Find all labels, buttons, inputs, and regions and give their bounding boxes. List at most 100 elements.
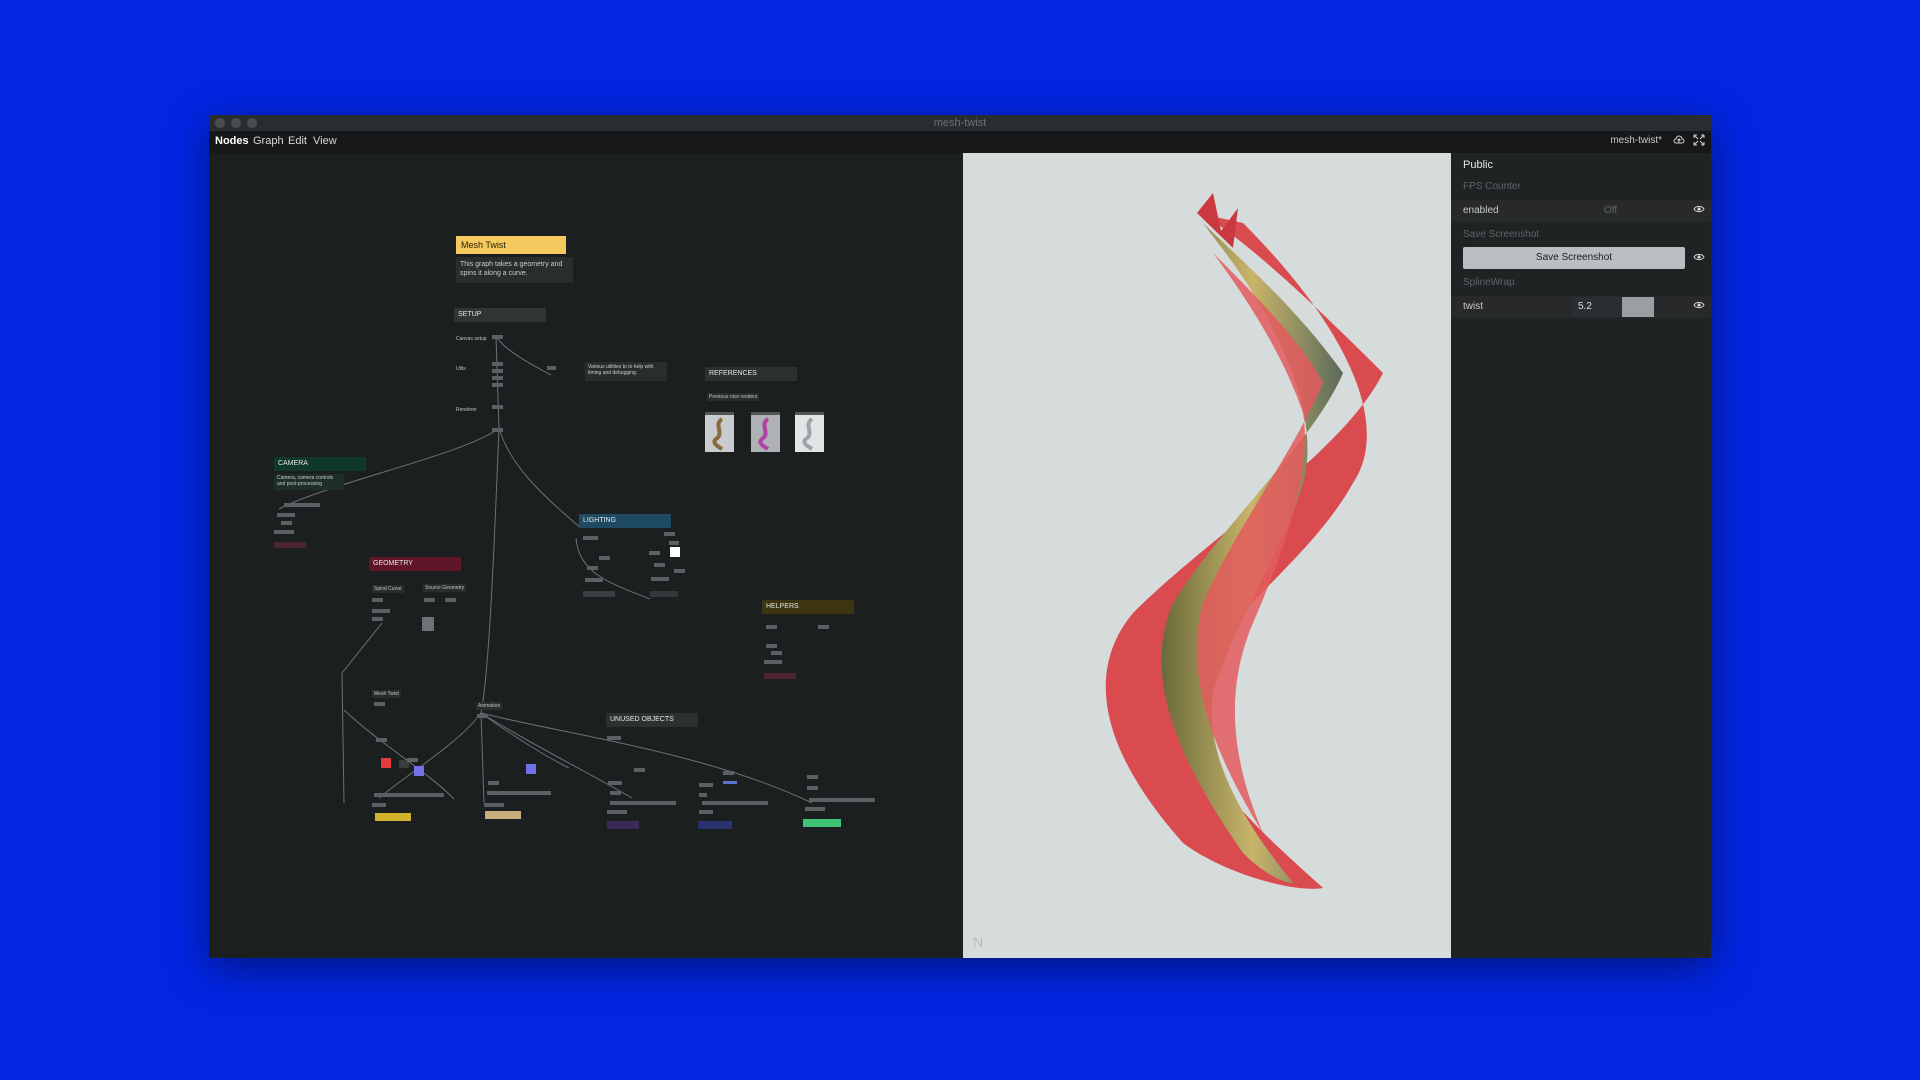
twist-value-input[interactable]: 5.2: [1572, 297, 1622, 317]
menu-edit[interactable]: Edit: [288, 135, 307, 147]
node-mesh-twist[interactable]: Mesh Twist: [372, 690, 401, 698]
graph-node[interactable]: [547, 366, 556, 370]
node-renderer[interactable]: Renderer: [456, 407, 477, 413]
graph-node[interactable]: [764, 673, 796, 679]
group-unused-objects[interactable]: UNUSED OBJECTS: [606, 713, 698, 727]
graph-node[interactable]: [766, 625, 777, 629]
node-source-geometry[interactable]: Source Geometry: [423, 584, 467, 592]
node-canvas-setup[interactable]: Canvas setup: [456, 336, 487, 342]
graph-node[interactable]: [424, 598, 435, 602]
group-lighting[interactable]: LIGHTING: [579, 514, 671, 528]
graph-node[interactable]: [723, 781, 737, 784]
graph-node[interactable]: [587, 566, 598, 570]
graph-node[interactable]: [585, 578, 603, 582]
group-references[interactable]: REFERENCES: [705, 367, 797, 381]
graph-node[interactable]: [699, 783, 713, 787]
graph-node[interactable]: [608, 781, 622, 785]
graph-node[interactable]: [492, 335, 503, 339]
graph-node[interactable]: [372, 617, 383, 621]
graph-node[interactable]: [607, 736, 621, 740]
graph-node[interactable]: [492, 376, 503, 380]
eye-icon[interactable]: [1693, 299, 1705, 314]
light-color-swatch[interactable]: [670, 547, 680, 557]
node-utils[interactable]: Utils: [456, 366, 466, 372]
graph-node[interactable]: [488, 781, 499, 785]
graph-node[interactable]: [374, 793, 444, 797]
eye-icon[interactable]: [1693, 203, 1705, 218]
graph-node[interactable]: [281, 521, 292, 525]
group-camera[interactable]: CAMERA: [274, 457, 366, 471]
group-geometry[interactable]: GEOMETRY: [369, 557, 461, 571]
graph-node[interactable]: [422, 617, 434, 631]
graph-node[interactable]: [698, 821, 732, 829]
graph-node[interactable]: [374, 702, 385, 706]
graph-node[interactable]: [492, 383, 503, 387]
graph-node[interactable]: [764, 660, 782, 664]
graph-title-note[interactable]: Mesh Twist: [456, 236, 566, 254]
graph-node[interactable]: [669, 541, 679, 545]
graph-node[interactable]: [375, 813, 411, 821]
color-swatch-violet[interactable]: [526, 764, 536, 774]
graph-node[interactable]: [607, 821, 639, 829]
graph-node[interactable]: [277, 513, 295, 517]
graph-node[interactable]: [492, 405, 503, 409]
reference-thumbnail-1[interactable]: [705, 412, 734, 452]
twist-slider[interactable]: [1622, 297, 1654, 317]
cloud-upload-icon[interactable]: [1673, 134, 1685, 149]
reference-thumbnail-3[interactable]: [795, 412, 824, 452]
graph-node[interactable]: [445, 598, 456, 602]
graph-node[interactable]: [599, 556, 610, 560]
graph-node[interactable]: [807, 786, 818, 790]
menu-nodes[interactable]: Nodes: [215, 135, 249, 147]
graph-node[interactable]: [771, 651, 782, 655]
menu-view[interactable]: View: [313, 135, 337, 147]
save-screenshot-button[interactable]: Save Screenshot: [1463, 247, 1685, 269]
color-swatch-blue[interactable]: [414, 766, 424, 776]
node-animation[interactable]: Animation: [476, 702, 503, 710]
graph-node[interactable]: [583, 591, 615, 597]
graph-node[interactable]: [807, 775, 818, 779]
graph-node[interactable]: [664, 532, 675, 536]
fullscreen-icon[interactable]: [1693, 134, 1705, 149]
graph-node[interactable]: [477, 714, 488, 718]
node-graph-canvas[interactable]: Mesh Twist This graph takes a geometry a…: [209, 153, 963, 958]
graph-node[interactable]: [818, 625, 829, 629]
graph-node[interactable]: [610, 801, 676, 805]
graph-node[interactable]: [699, 793, 707, 797]
graph-node[interactable]: [607, 810, 627, 814]
graph-node[interactable]: [372, 598, 383, 602]
graph-node[interactable]: [674, 569, 685, 573]
graph-node[interactable]: [651, 577, 669, 581]
reference-thumbnail-2[interactable]: [751, 412, 780, 452]
graph-node[interactable]: [274, 542, 306, 548]
graph-node[interactable]: [649, 551, 660, 555]
graph-node[interactable]: [766, 644, 777, 648]
graph-node[interactable]: [407, 758, 418, 762]
graph-node[interactable]: [583, 536, 598, 540]
group-setup[interactable]: SETUP: [454, 308, 546, 322]
eye-icon[interactable]: [1693, 251, 1705, 266]
graph-node[interactable]: [492, 369, 503, 373]
graph-node[interactable]: [723, 771, 734, 775]
graph-node[interactable]: [803, 819, 841, 827]
render-preview[interactable]: N: [963, 153, 1451, 958]
graph-node[interactable]: [485, 811, 521, 819]
graph-node[interactable]: [650, 591, 678, 597]
graph-node[interactable]: [484, 803, 504, 807]
graph-node[interactable]: [284, 503, 320, 507]
graph-node[interactable]: [610, 791, 621, 795]
node-spiral-curve[interactable]: Spiral Curve: [372, 585, 404, 593]
menu-graph[interactable]: Graph: [253, 135, 284, 147]
graph-node[interactable]: [376, 738, 387, 742]
graph-node[interactable]: [492, 428, 503, 432]
group-helpers[interactable]: HELPERS: [762, 600, 854, 614]
graph-node[interactable]: [634, 768, 645, 772]
graph-node[interactable]: [702, 801, 768, 805]
graph-node[interactable]: [274, 530, 294, 534]
graph-node[interactable]: [372, 803, 386, 807]
graph-node[interactable]: [805, 807, 825, 811]
graph-node[interactable]: [492, 362, 503, 366]
graph-node[interactable]: [699, 810, 713, 814]
graph-node[interactable]: [809, 798, 875, 802]
graph-node[interactable]: [654, 563, 665, 567]
